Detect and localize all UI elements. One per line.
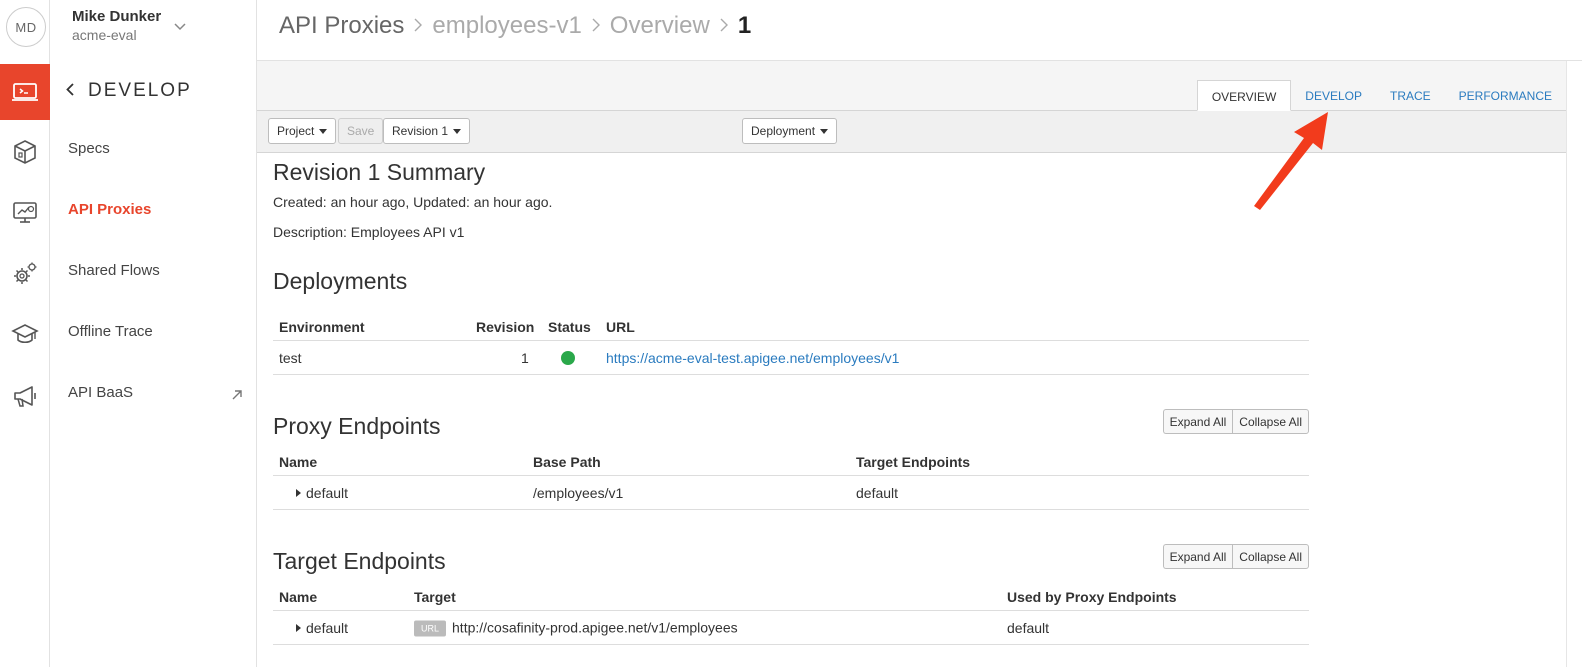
proxy-endpoints-title: Proxy Endpoints <box>273 413 441 439</box>
target-url-text: http://cosafinity-prod.apigee.net/v1/emp… <box>452 619 738 635</box>
chevron-right-icon <box>592 16 600 37</box>
avatar[interactable]: MD <box>6 7 46 47</box>
breadcrumb-revision: 1 <box>737 12 752 39</box>
target-endpoint-name[interactable]: default <box>296 620 348 636</box>
revision-dropdown-label: Revision 1 <box>392 124 449 138</box>
chevron-right-icon <box>720 16 728 37</box>
target-collapse-all-button[interactable]: Collapse All <box>1232 544 1309 569</box>
col-used-by: Used by Proxy Endpoints <box>1007 589 1177 605</box>
page-header: API Proxies employees-v1 Overview 1 <box>257 0 1582 61</box>
user-org: acme-eval <box>72 27 137 43</box>
proxy-endpoint-name-text: default <box>306 484 349 501</box>
proxy-target-endpoints: default <box>856 484 899 501</box>
target-endpoints-table: Name Target Used by Proxy Endpoints defa… <box>273 585 1309 645</box>
target-used-by: default <box>1007 619 1050 636</box>
nav-back-develop[interactable]: DEVELOP <box>66 80 192 102</box>
develop-icon[interactable] <box>0 64 50 120</box>
breadcrumb-api-proxies[interactable]: API Proxies <box>279 12 404 40</box>
col-url: URL <box>606 319 635 335</box>
chevron-right-icon <box>414 16 423 37</box>
breadcrumb: API Proxies employees-v1 Overview 1 <box>279 12 751 40</box>
target-endpoints-title: Target Endpoints <box>273 548 446 574</box>
col-base-path: Base Path <box>533 454 601 470</box>
target-expand-all-button[interactable]: Expand All <box>1162 544 1233 569</box>
table-row[interactable]: default URL http://cosafinity-prod.apigee… <box>273 611 1309 645</box>
tab-develop[interactable]: DEVELOP <box>1291 80 1376 111</box>
sidebar-item-api-proxies[interactable]: API Proxies <box>68 201 151 218</box>
table-row: test 1 https://acme-eval-test.apigee.net… <box>273 341 1309 375</box>
table-header: Name Base Path Target Endpoints <box>273 450 1309 476</box>
project-dropdown-label: Project <box>277 124 315 138</box>
deployments-title: Deployments <box>273 268 408 294</box>
tab-performance[interactable]: PERFORMANCE <box>1445 80 1566 111</box>
col-name: Name <box>279 589 318 605</box>
sidebar-item-shared-flows[interactable]: Shared Flows <box>68 262 160 279</box>
proxy-endpoints-table: Name Base Path Target Endpoints default … <box>273 450 1309 510</box>
deployment-environment: test <box>279 349 302 366</box>
proxy-base-path: /employees/v1 <box>533 484 624 501</box>
deployment-url-link[interactable]: https://acme-eval-test.apigee.net/employ… <box>606 350 899 366</box>
col-target: Target <box>414 589 456 605</box>
breadcrumb-overview[interactable]: Overview <box>610 12 710 40</box>
caret-down-icon <box>820 128 829 134</box>
revision-summary-title: Revision 1 Summary <box>273 159 486 185</box>
sidebar-item-api-baas[interactable]: API BaaS <box>68 384 133 401</box>
col-name: Name <box>279 454 318 470</box>
deployments-table: Environment Revision Status URL test 1 h… <box>273 315 1309 375</box>
caret-down-icon <box>453 128 462 134</box>
proxy-endpoints-toggle-group: Expand All Collapse All <box>1162 409 1309 434</box>
target-endpoints-toggle-group: Expand All Collapse All <box>1162 544 1309 569</box>
sidebar-item-specs[interactable]: Specs <box>68 140 110 157</box>
breadcrumb-proxy[interactable]: employees-v1 <box>432 12 581 40</box>
user-menu[interactable]: Mike Dunker acme-eval <box>72 8 161 43</box>
external-link-icon[interactable] <box>230 388 244 402</box>
publish-icon[interactable] <box>0 124 50 180</box>
chevron-left-icon <box>66 82 74 100</box>
col-target-endpoints: Target Endpoints <box>856 454 971 470</box>
deployment-dropdown-label: Deployment <box>751 124 816 138</box>
status-dot-icon <box>561 350 575 365</box>
revision-dropdown[interactable]: Revision 1 <box>383 118 471 144</box>
sidebar-nav: Mike Dunker acme-eval DEVELOP Specs API … <box>50 0 257 667</box>
tab-bar: OVERVIEW DEVELOP TRACE PERFORMANCE <box>257 61 1566 111</box>
url-badge: URL <box>414 620 447 636</box>
user-name: Mike Dunker <box>72 8 162 25</box>
nav-section-title: DEVELOP <box>88 80 192 101</box>
chevron-down-icon[interactable] <box>174 20 186 34</box>
proxy-expand-all-button[interactable]: Expand All <box>1162 409 1233 434</box>
proxy-endpoint-name[interactable]: default <box>296 485 348 501</box>
admin-icon[interactable] <box>0 245 50 301</box>
target-endpoint-name-text: default <box>306 619 349 636</box>
deployment-dropdown[interactable]: Deployment <box>742 118 838 144</box>
target-url: URL http://cosafinity-prod.apigee.net/v1/… <box>414 619 738 636</box>
description-text: Description: Employees API v1 <box>273 224 465 240</box>
sidebar-item-offline-trace[interactable]: Offline Trace <box>68 323 153 340</box>
col-revision: Revision <box>476 319 535 335</box>
table-row[interactable]: default /employees/v1 default <box>273 476 1309 510</box>
icon-rail: MD <box>0 0 50 667</box>
col-status: Status <box>548 319 591 335</box>
announce-icon[interactable] <box>0 368 50 424</box>
col-environment: Environment <box>279 319 365 335</box>
tab-overview[interactable]: OVERVIEW <box>1196 80 1292 111</box>
table-header: Name Target Used by Proxy Endpoints <box>273 585 1309 611</box>
created-updated-text: Created: an hour ago, Updated: an hour a… <box>273 194 553 210</box>
scrollbar[interactable] <box>1566 61 1582 667</box>
project-dropdown[interactable]: Project <box>268 118 337 144</box>
analyze-icon[interactable] <box>0 184 50 240</box>
toolbar: Project Save Revision 1 Deployment <box>257 111 1566 153</box>
save-button[interactable]: Save <box>338 118 384 144</box>
proxy-collapse-all-button[interactable]: Collapse All <box>1232 409 1309 434</box>
caret-down-icon <box>319 128 328 134</box>
deployment-revision: 1 <box>521 349 529 366</box>
learn-icon[interactable] <box>0 306 50 362</box>
tab-trace[interactable]: TRACE <box>1376 80 1445 111</box>
expand-triangle-icon[interactable] <box>296 623 301 632</box>
expand-triangle-icon[interactable] <box>296 488 301 497</box>
table-header: Environment Revision Status URL <box>273 315 1309 341</box>
